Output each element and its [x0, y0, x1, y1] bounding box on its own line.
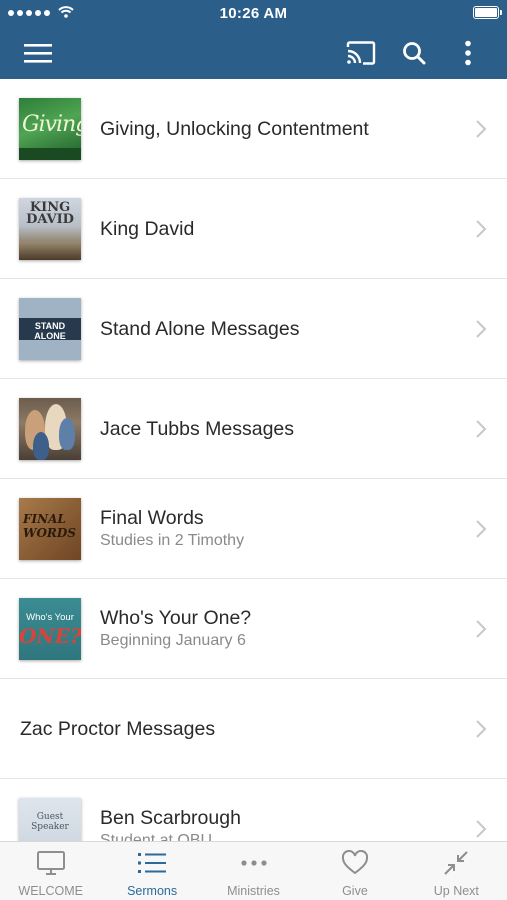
tv-icon [36, 851, 65, 875]
search-button[interactable] [390, 26, 438, 79]
list-item[interactable]: FINAL WORDS Final Words Studies in 2 Tim… [0, 479, 507, 579]
hamburger-icon [24, 43, 52, 63]
list-item-title: Ben Scarbrough [100, 806, 241, 829]
tab-give[interactable]: Give [304, 842, 405, 900]
tab-label: Up Next [433, 884, 479, 898]
list-item-subtitle: Beginning January 6 [100, 631, 246, 649]
tab-label: Ministries [227, 884, 280, 898]
chevron-right-icon [476, 119, 487, 138]
list-item-title: Final Words [100, 506, 204, 529]
list-item-title: King David [100, 217, 195, 240]
list-item[interactable]: Zac Proctor Messages [0, 679, 507, 779]
menu-button[interactable] [14, 26, 62, 79]
cast-button[interactable] [337, 26, 385, 79]
list-item[interactable]: Who's Your ONE? Who's Your One? Beginnin… [0, 579, 507, 679]
chevron-right-icon [476, 519, 487, 538]
status-time: 10:26 AM [219, 5, 288, 22]
list-item-subtitle: Student at OBU [100, 831, 213, 842]
tab-label: WELCOME [18, 884, 83, 898]
battery-icon [473, 6, 502, 19]
sermon-series-list: Giving Giving, Unlocking Contentment KIN… [0, 79, 507, 841]
list-item[interactable]: KING DAVID King David [0, 179, 507, 279]
cast-icon [346, 40, 376, 65]
list-item-title: Who's Your One? [100, 606, 252, 629]
nav-bar [0, 26, 507, 79]
series-thumbnail: Giving [19, 98, 81, 160]
list-item[interactable]: Jace Tubbs Messages [0, 379, 507, 479]
tab-label: Give [342, 884, 368, 898]
list-item-title: Jace Tubbs Messages [100, 417, 295, 440]
list-icon [138, 853, 167, 873]
tab-up-next[interactable]: Up Next [406, 842, 507, 900]
chevron-right-icon [476, 619, 487, 638]
ellipsis-icon [240, 860, 267, 866]
chevron-right-icon [476, 219, 487, 238]
list-item[interactable]: STAND ALONE Stand Alone Messages [0, 279, 507, 379]
list-item-subtitle: Studies in 2 Timothy [100, 531, 245, 549]
list-item[interactable]: Giving Giving, Unlocking Contentment [0, 79, 507, 179]
search-icon [403, 41, 426, 64]
list-item-title: Stand Alone Messages [100, 317, 300, 340]
chevron-right-icon [476, 319, 487, 338]
tab-sermons[interactable]: Sermons [101, 842, 202, 900]
tab-ministries[interactable]: Ministries [203, 842, 304, 900]
heart-icon [341, 850, 368, 875]
list-item[interactable]: Guest Speaker Ben Scarbrough Student at … [0, 779, 507, 841]
list-item-title: Giving, Unlocking Contentment [100, 117, 369, 140]
tab-welcome[interactable]: WELCOME [0, 842, 101, 900]
tab-bar: WELCOME Sermons Ministries Give Up Next [0, 841, 507, 900]
more-vertical-icon [465, 40, 471, 65]
chevron-right-icon [476, 719, 487, 738]
status-bar: 10:26 AM [0, 0, 507, 26]
tab-label: Sermons [127, 884, 178, 898]
series-thumbnail: KING DAVID [19, 198, 81, 260]
list-item-title: Zac Proctor Messages [20, 717, 216, 740]
series-thumbnail: Guest Speaker [19, 798, 81, 841]
more-button[interactable] [444, 26, 492, 79]
series-thumbnail: Who's Your ONE? [19, 598, 81, 660]
series-thumbnail: STAND ALONE [19, 298, 81, 360]
chevron-right-icon [476, 419, 487, 438]
series-thumbnail: FINAL WORDS [19, 498, 81, 560]
collapse-arrows-icon [444, 851, 469, 875]
chevron-right-icon [476, 819, 487, 838]
series-thumbnail [19, 398, 81, 460]
